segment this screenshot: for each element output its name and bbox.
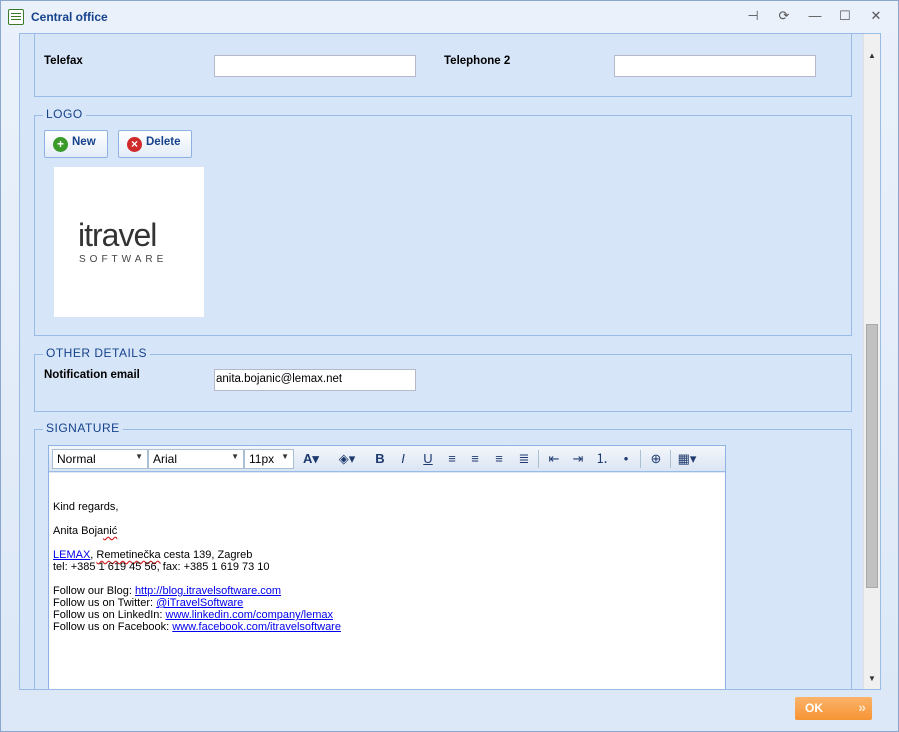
ordered-list-icon[interactable]: ⒈ xyxy=(592,450,612,468)
blog-line: Follow our Blog: http://blog.itravelsoft… xyxy=(53,585,721,597)
address-rest: cesta 139, Zagreb xyxy=(160,549,253,561)
logo-subtext: SOFTWARE xyxy=(79,254,168,265)
font-color-icon[interactable]: A▾ xyxy=(301,450,321,468)
other-details-legend: OTHER DETAILS xyxy=(43,346,150,360)
notification-email-label: Notification email xyxy=(44,369,140,381)
bold-icon[interactable]: B xyxy=(370,450,390,468)
size-select-value: 11px xyxy=(249,452,275,466)
twitter-line: Follow us on Twitter: @iTravelSoftware xyxy=(53,597,721,609)
signature-phone-line: tel: +385 1 619 45 56, fax: +385 1 619 7… xyxy=(53,561,270,573)
signature-editor: Normal ▼ Arial ▼ 11px ▼ A▾ ◈▾ B I U ≡ ≡ ≡ xyxy=(48,445,726,689)
signature-name: Anita Boja xyxy=(53,525,104,537)
ok-button[interactable]: OK » xyxy=(795,697,872,720)
twitter-link[interactable]: @iTravelSoftware xyxy=(156,597,243,609)
blog-label: Follow our Blog: xyxy=(53,585,135,597)
telephone2-label: Telephone 2 xyxy=(444,55,511,67)
highlight-color-icon[interactable]: ◈▾ xyxy=(337,450,357,468)
address-street: Remetinečka xyxy=(96,549,161,561)
scrollbar-thumb[interactable] xyxy=(866,324,878,588)
format-select-value: Normal xyxy=(57,452,96,466)
facebook-label: Follow us on Facebook: xyxy=(53,621,173,633)
notification-email-field[interactable]: anita.bojanic@lemax.net xyxy=(214,369,416,391)
pin-icon[interactable]: ⊣ xyxy=(745,8,761,24)
italic-icon[interactable]: I xyxy=(393,450,413,468)
signature-edit-area[interactable]: Kind regards, Anita Bojanić LEMAX, Remet… xyxy=(49,473,725,689)
twitter-label: Follow us on Twitter: xyxy=(53,597,157,609)
contact-section: Telefax Telephone 2 xyxy=(34,34,852,97)
double-chevron-right-icon: » xyxy=(858,699,866,715)
chevron-down-icon: ▼ xyxy=(135,452,143,461)
toolbar-separator xyxy=(640,450,641,468)
outdent-icon[interactable]: ⇤ xyxy=(544,450,564,468)
logo-wordmark: itravel xyxy=(78,217,157,253)
logo-legend: LOGO xyxy=(43,107,86,121)
close-icon[interactable]: ✕ xyxy=(868,8,884,24)
form-content[interactable]: Telefax Telephone 2 LOGO + New × Delete … xyxy=(19,33,881,690)
logo-image: itravel SOFTWARE xyxy=(54,167,204,317)
link-icon[interactable]: ⊕ xyxy=(646,450,666,468)
linkedin-link[interactable]: www.linkedin.com/company/lemax xyxy=(166,609,334,621)
minimize-icon[interactable]: — xyxy=(807,8,823,24)
size-select[interactable]: 11px ▼ xyxy=(244,449,294,469)
scroll-down-icon[interactable]: ▼ xyxy=(864,671,880,687)
window-title: Central office xyxy=(31,10,108,24)
signature-name-suffix: nić xyxy=(103,525,118,537)
new-logo-button[interactable]: + New xyxy=(44,130,108,158)
facebook-line: Follow us on Facebook: www.facebook.com/… xyxy=(53,621,721,633)
title-bar: Central office ⊣ ⟳ — ☐ ✕ xyxy=(1,1,898,33)
signature-address-line: LEMAX, Remetinečka cesta 139, Zagreb xyxy=(53,549,721,561)
align-right-icon[interactable]: ≡ xyxy=(489,450,509,468)
scroll-up-icon[interactable]: ▲ xyxy=(864,48,880,64)
toolbar-separator xyxy=(670,450,671,468)
linkedin-line: Follow us on LinkedIn: www.linkedin.com/… xyxy=(53,609,721,621)
table-icon[interactable]: ▦▾ xyxy=(677,450,697,468)
signature-legend: SIGNATURE xyxy=(43,421,123,435)
unordered-list-icon[interactable]: • xyxy=(616,450,636,468)
ok-button-label: OK xyxy=(805,701,823,715)
document-icon xyxy=(8,9,24,25)
editor-toolbar: Normal ▼ Arial ▼ 11px ▼ A▾ ◈▾ B I U ≡ ≡ ≡ xyxy=(49,446,725,472)
chevron-down-icon: ▼ xyxy=(281,452,289,461)
signature-section: SIGNATURE Normal ▼ Arial ▼ 11px ▼ A▾ ◈▾ B I xyxy=(34,421,852,689)
central-office-window: Central office ⊣ ⟳ — ☐ ✕ Telefax Telepho… xyxy=(0,0,899,732)
chevron-down-icon: ▼ xyxy=(231,452,239,461)
delete-button-label: Delete xyxy=(146,136,181,148)
delete-logo-button[interactable]: × Delete xyxy=(118,130,192,158)
add-icon: + xyxy=(53,137,68,152)
other-details-section: OTHER DETAILS Notification email anita.b… xyxy=(34,346,852,412)
company-link[interactable]: LEMAX xyxy=(53,549,90,561)
format-select[interactable]: Normal ▼ xyxy=(52,449,148,469)
maximize-icon[interactable]: ☐ xyxy=(837,8,853,24)
telephone2-field[interactable] xyxy=(614,55,816,77)
font-select[interactable]: Arial ▼ xyxy=(148,449,244,469)
font-select-value: Arial xyxy=(153,452,178,466)
delete-icon: × xyxy=(127,137,142,152)
logo-section: LOGO + New × Delete itravel SOFTWARE xyxy=(34,107,852,336)
align-center-icon[interactable]: ≡ xyxy=(465,450,485,468)
indent-icon[interactable]: ⇥ xyxy=(568,450,588,468)
refresh-icon[interactable]: ⟳ xyxy=(776,8,792,24)
underline-icon[interactable]: U xyxy=(418,450,438,468)
blog-link[interactable]: http://blog.itravelsoftware.com xyxy=(135,585,281,597)
vertical-scrollbar[interactable]: ▲ ▼ xyxy=(863,34,880,689)
linkedin-label: Follow us on LinkedIn: xyxy=(53,609,166,621)
signature-name-line: Anita Bojanić xyxy=(53,525,721,537)
justify-icon[interactable]: ≣ xyxy=(514,450,534,468)
toolbar-separator xyxy=(538,450,539,468)
new-button-label: New xyxy=(72,136,96,148)
telefax-field[interactable] xyxy=(214,55,416,77)
facebook-link[interactable]: www.facebook.com/itravelsoftware xyxy=(172,621,341,633)
telefax-label: Telefax xyxy=(44,55,83,67)
signature-line: Kind regards, xyxy=(53,501,119,513)
align-left-icon[interactable]: ≡ xyxy=(442,450,462,468)
